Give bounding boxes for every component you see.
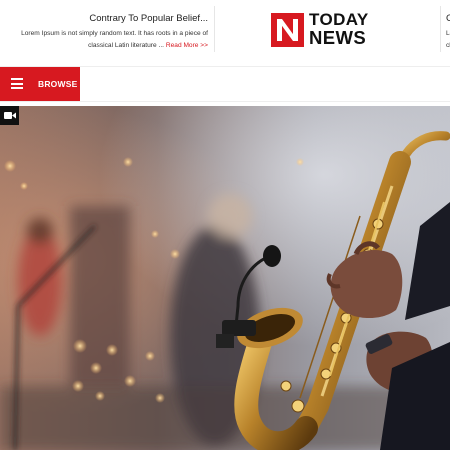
browse-menu-button[interactable]: BROWSE <box>0 67 80 101</box>
logo-n-mark-icon <box>271 13 304 47</box>
saxophone-photo <box>0 106 450 450</box>
site-header: Contrary To Popular Belief... Lorem Ipsu… <box>0 0 450 66</box>
teaser-right-excerpt: Lo cl <box>446 28 450 52</box>
browse-label: BROWSE <box>38 79 78 89</box>
teaser-excerpt: Lorem Ipsum is not simply random text. I… <box>0 28 208 52</box>
news-homepage: Contrary To Popular Belief... Lorem Ipsu… <box>0 0 450 450</box>
teaser-right-line-1: Lo <box>446 30 450 37</box>
header-teaser-right[interactable]: C Lo cl <box>440 6 450 52</box>
teaser-right-title[interactable]: C <box>446 13 450 24</box>
header-teaser-left[interactable]: Contrary To Popular Belief... Lorem Ipsu… <box>0 6 215 52</box>
teaser-title[interactable]: Contrary To Popular Belief... <box>89 13 208 24</box>
site-logo[interactable]: TODAY NEWS <box>271 11 385 48</box>
featured-article-image[interactable] <box>0 106 450 450</box>
main-navigation: BROWSE <box>0 66 450 102</box>
read-more-link[interactable]: Read More >> <box>166 42 208 49</box>
video-camera-icon <box>4 112 16 119</box>
logo-word-news: NEWS <box>309 27 367 48</box>
video-badge[interactable] <box>0 106 19 125</box>
teaser-right-line-2: cl <box>446 42 450 49</box>
hamburger-menu-icon <box>11 78 23 89</box>
